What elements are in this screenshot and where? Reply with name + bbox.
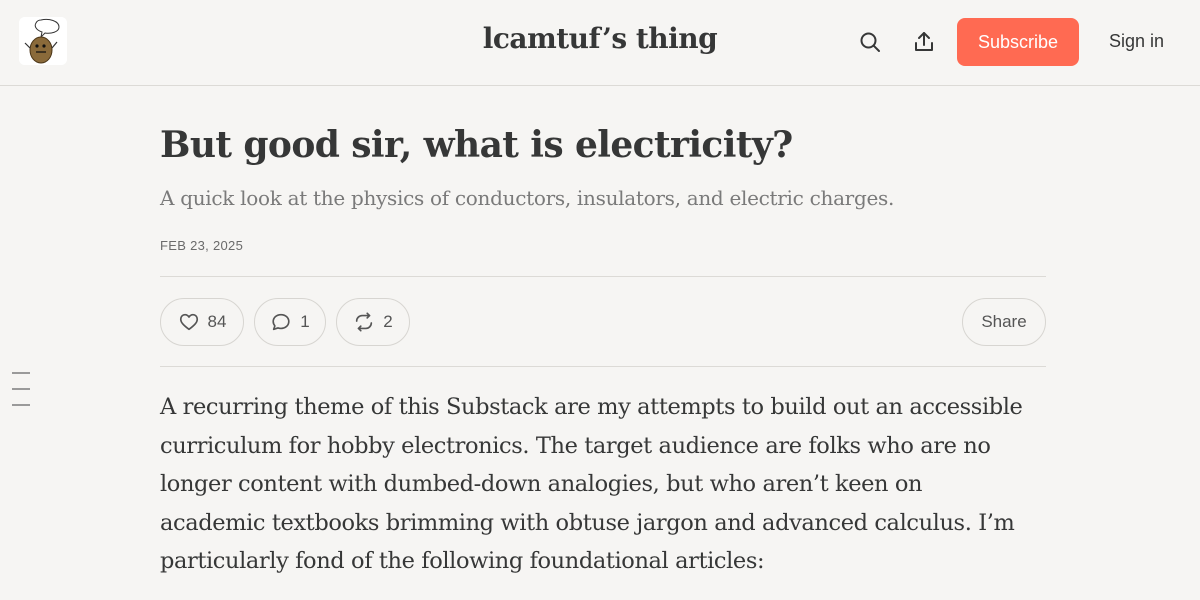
- search-icon[interactable]: [858, 30, 882, 54]
- share-label: Share: [981, 312, 1027, 331]
- subscribe-button[interactable]: Subscribe: [957, 18, 1079, 66]
- post-title: But good sir, what is electricity?: [160, 124, 793, 166]
- comment-count: 1: [300, 312, 310, 331]
- toc-line-icon: [12, 388, 30, 390]
- post-subtitle: A quick look at the physics of conductor…: [160, 186, 895, 210]
- restack-button[interactable]: 2: [336, 298, 410, 346]
- toc-line-icon: [12, 404, 30, 406]
- body-line: A recurring theme of this Substack are m…: [160, 394, 1023, 420]
- table-of-contents-toggle[interactable]: [12, 372, 30, 420]
- share-upload-icon[interactable]: [912, 30, 936, 54]
- like-button[interactable]: 84: [160, 298, 244, 346]
- post-body: A recurring theme of this Substack are m…: [160, 388, 1050, 581]
- toc-line-icon: [12, 372, 30, 374]
- comment-bubble-icon: [272, 313, 290, 331]
- divider: [160, 366, 1046, 367]
- body-line: curriculum for hobby electronics. The ta…: [160, 432, 991, 459]
- restack-icon: [356, 312, 373, 332]
- share-button[interactable]: Share: [962, 298, 1046, 346]
- post-date: FEB 23, 2025: [160, 238, 244, 253]
- body-line: longer content with dumbed-down analogie…: [160, 471, 923, 497]
- comment-button[interactable]: 1: [254, 298, 326, 346]
- top-navigation-bar: lcamtuf’s thing Subscribe Sign in: [0, 0, 1200, 86]
- body-line: particularly fond of the following found…: [160, 548, 765, 574]
- heart-icon: [179, 313, 198, 331]
- divider: [160, 276, 1046, 277]
- restack-count: 2: [383, 312, 393, 331]
- body-line: academic textbooks brimming with obtuse …: [160, 509, 1015, 536]
- like-count: 84: [207, 312, 227, 331]
- sign-in-link[interactable]: Sign in: [1109, 31, 1164, 52]
